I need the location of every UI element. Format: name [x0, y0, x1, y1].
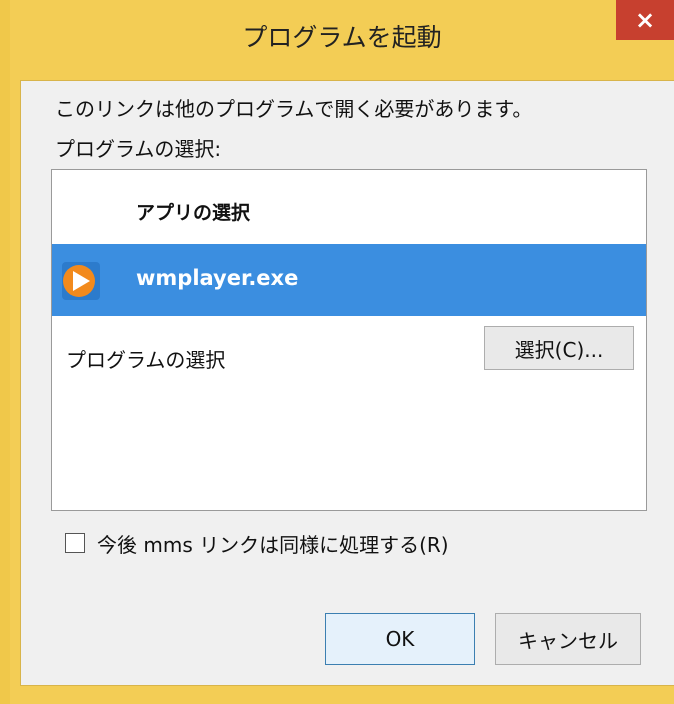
close-button[interactable]: ×	[616, 0, 674, 40]
app-name: wmplayer.exe	[136, 266, 299, 290]
media-player-icon	[62, 262, 100, 300]
message-text: このリンクは他のプログラムで開く必要があります。	[55, 97, 533, 121]
program-select-label: プログラムの選択:	[55, 137, 222, 161]
ok-button[interactable]: OK	[325, 613, 475, 665]
cancel-button[interactable]: キャンセル	[495, 613, 641, 665]
dialog-body: このリンクは他のプログラムで開く必要があります。 プログラムの選択: アプリの選…	[20, 80, 674, 686]
choose-program-label: プログラムの選択	[66, 348, 226, 372]
list-header: アプリの選択	[136, 202, 251, 224]
title-bar: プログラムを起動 ×	[10, 0, 674, 80]
choose-button[interactable]: 選択(C)...	[484, 326, 634, 370]
list-item-selected[interactable]: wmplayer.exe	[52, 244, 646, 316]
remember-label[interactable]: 今後 mms リンクは同様に処理する(R)	[97, 529, 449, 558]
program-list[interactable]: アプリの選択 wmplayer.exe プログラムの選択 選択(C)...	[51, 169, 647, 511]
remember-checkbox[interactable]	[65, 533, 85, 553]
window-title: プログラムを起動	[242, 23, 442, 52]
close-icon: ×	[634, 6, 656, 34]
